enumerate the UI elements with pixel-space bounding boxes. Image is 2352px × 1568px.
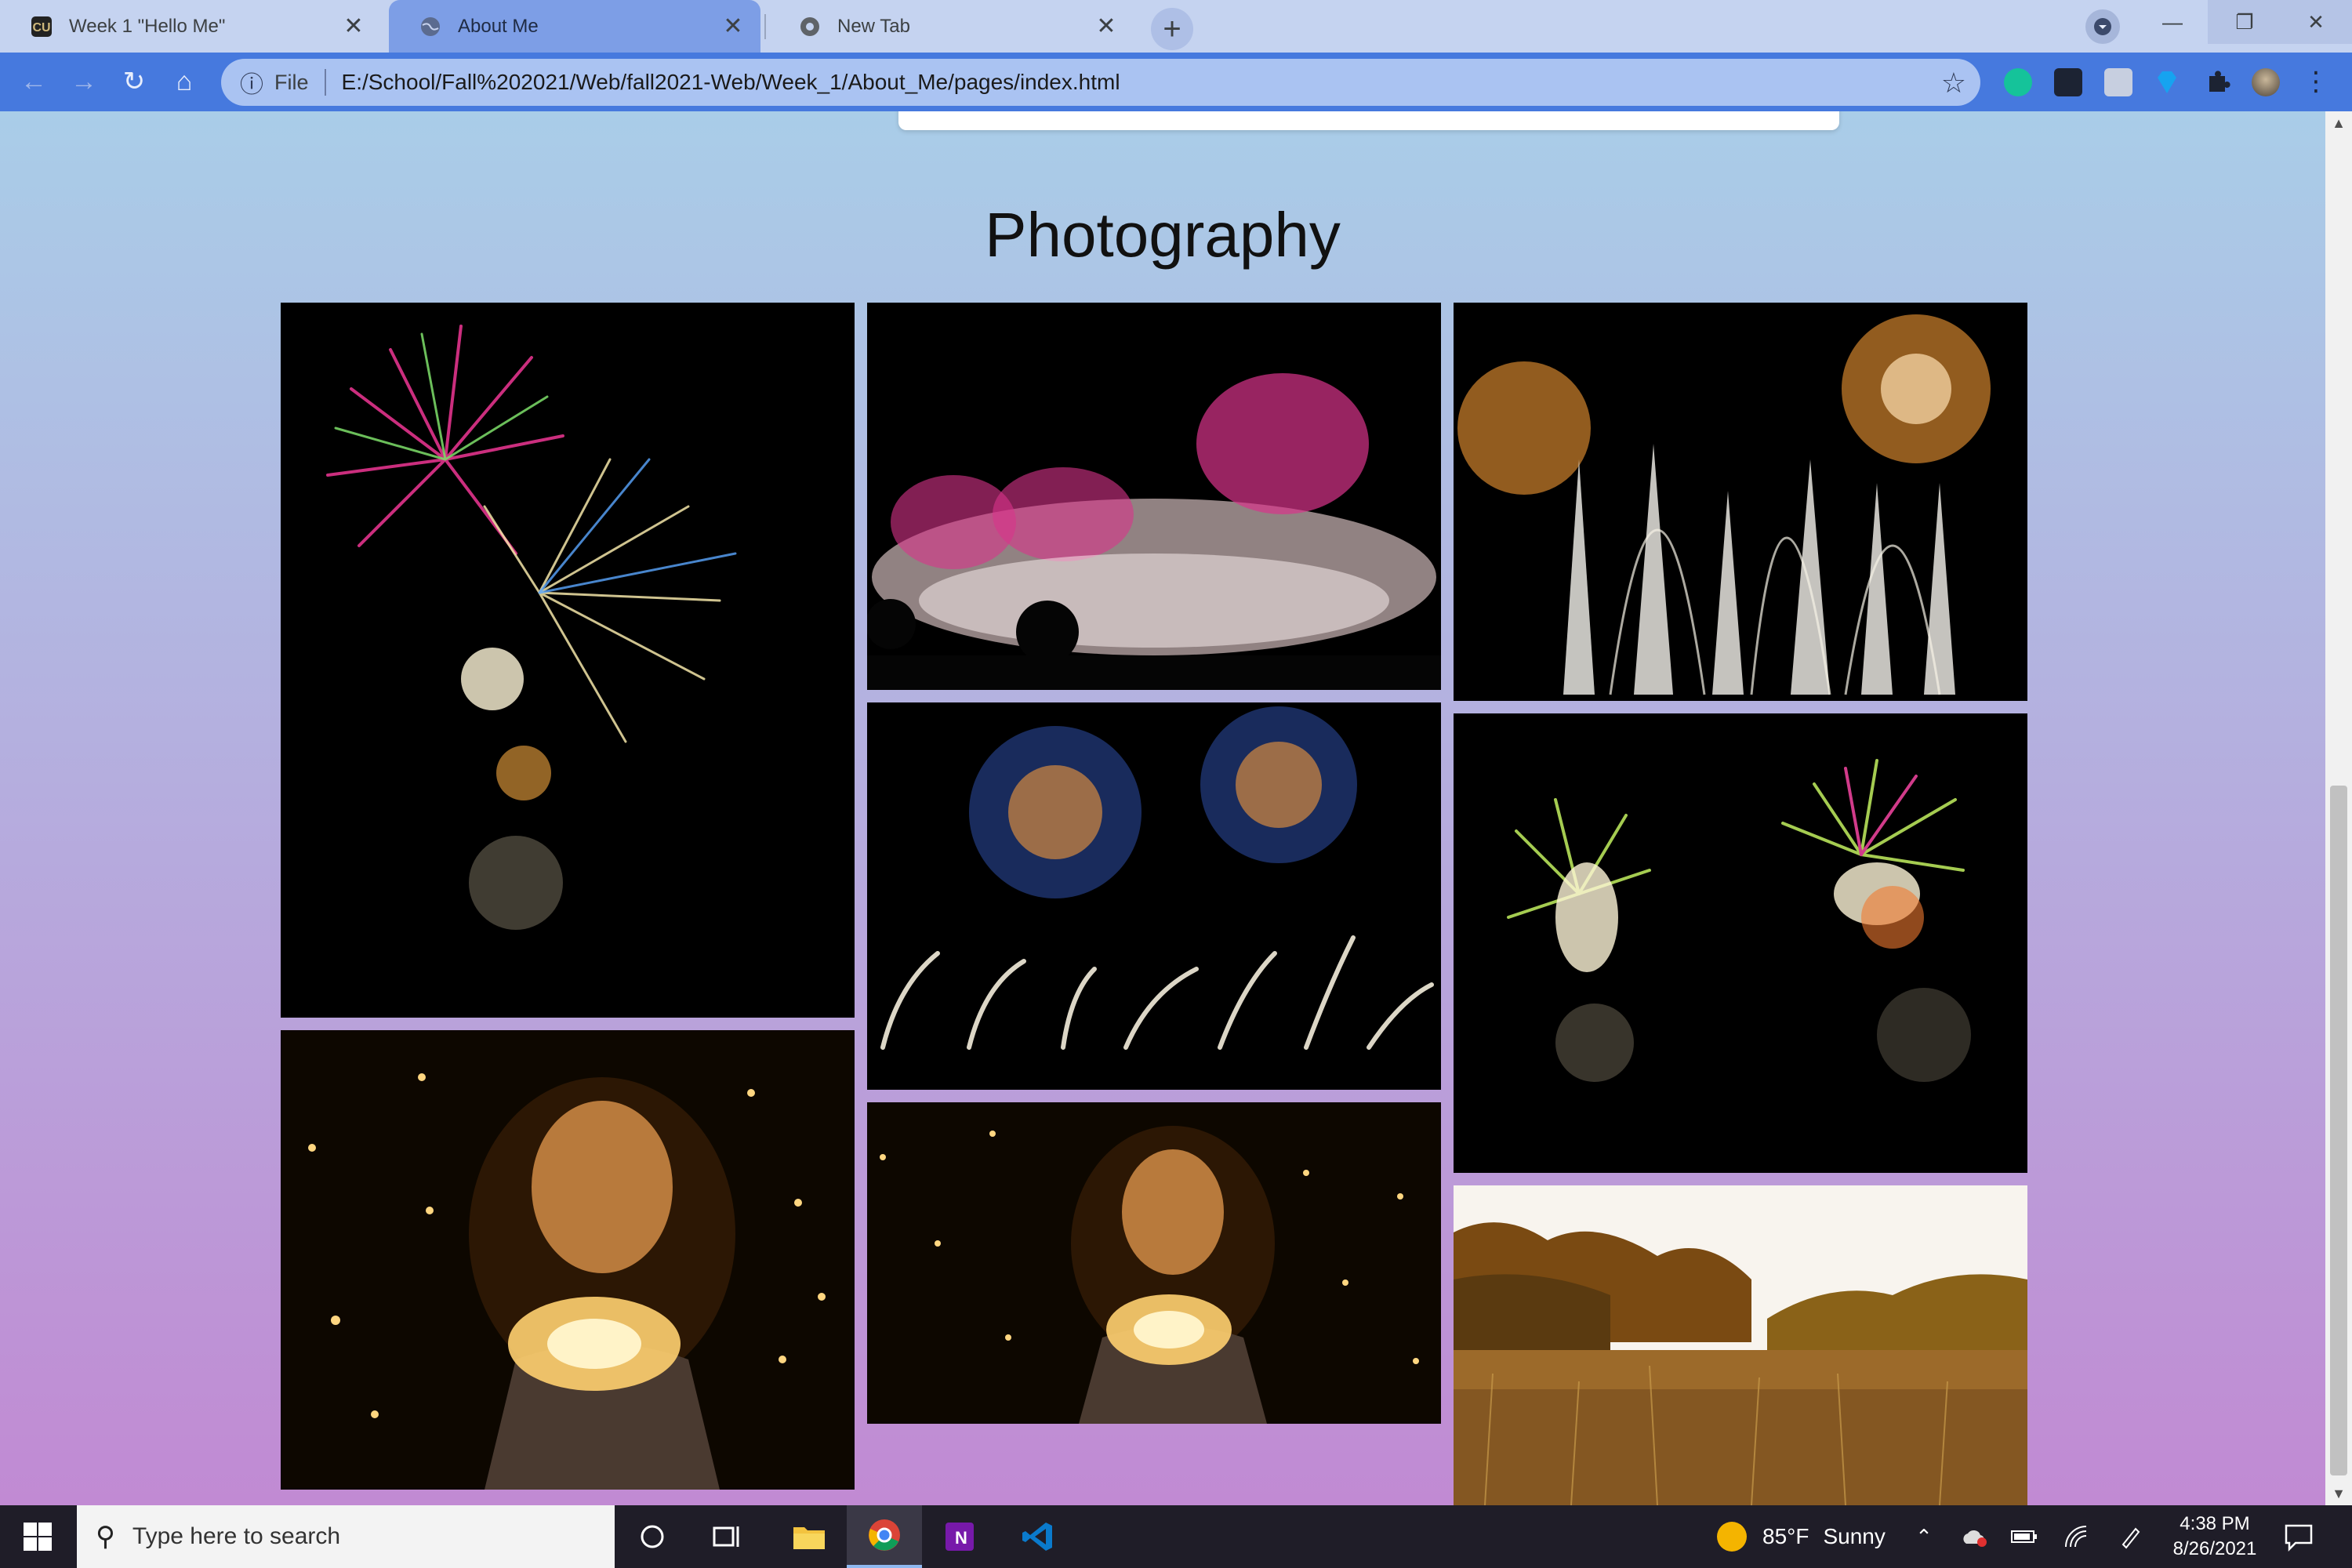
photo-girl-lights-large[interactable] xyxy=(281,1030,855,1490)
tab-close-icon[interactable]: ✕ xyxy=(721,13,745,39)
fireworks-image xyxy=(1454,303,2027,701)
page-viewport: Photography xyxy=(0,111,2325,1505)
tab-strip: CU Week 1 "Hello Me" ✕ About Me ✕ New Ta… xyxy=(0,0,2352,53)
minimize-button[interactable]: — xyxy=(2136,0,2209,44)
weather-condition: Sunny xyxy=(1823,1524,1886,1548)
maximize-button[interactable]: ❐ xyxy=(2208,0,2281,44)
cortana-icon xyxy=(641,1525,664,1548)
tab-close-icon[interactable]: ✕ xyxy=(1094,13,1118,39)
grammarly-icon[interactable] xyxy=(2004,68,2032,96)
vscode-icon xyxy=(1022,1523,1052,1551)
forward-button[interactable]: → xyxy=(64,62,103,101)
svg-text:CU: CU xyxy=(32,21,50,34)
profile-avatar[interactable] xyxy=(2252,68,2280,96)
photo-girl-lights-small[interactable] xyxy=(867,1102,1441,1424)
fireworks-image xyxy=(867,303,1441,690)
start-button[interactable] xyxy=(0,1505,75,1568)
pen-icon[interactable] xyxy=(2117,1523,2145,1551)
tray-overflow-icon[interactable]: ⌃ xyxy=(1910,1523,1938,1551)
browser-menu-button[interactable]: ⋮ xyxy=(2300,62,2332,101)
fireworks-image xyxy=(281,303,855,1018)
globe-icon xyxy=(421,16,440,36)
tab-separator xyxy=(764,14,766,39)
tab-label: About Me xyxy=(458,15,539,37)
search-icon: ⚲ xyxy=(96,1522,115,1552)
tab-close-icon[interactable]: ✕ xyxy=(342,13,365,39)
scrollbar-thumb[interactable] xyxy=(2330,786,2347,1475)
tab-label: New Tab xyxy=(837,15,910,37)
content-card xyxy=(898,111,1839,130)
chrome-taskbar-button[interactable] xyxy=(847,1505,922,1568)
photo-fireworks-crowd[interactable] xyxy=(867,303,1441,690)
onenote-icon: N xyxy=(946,1523,974,1551)
fireworks-image xyxy=(1454,713,2027,1173)
page-heading: Photography xyxy=(985,200,1341,270)
wifi-icon[interactable] xyxy=(2062,1523,2090,1551)
tab-about-me[interactable]: About Me ✕ xyxy=(389,0,760,53)
weather-widget[interactable]: 85°F Sunny xyxy=(1717,1505,1886,1568)
chrome-icon xyxy=(869,1519,900,1551)
task-view-icon xyxy=(713,1526,739,1547)
photo-fireworks-fountains[interactable] xyxy=(1454,303,2027,701)
onedrive-icon[interactable] xyxy=(1960,1523,1988,1551)
puzzle-icon[interactable] xyxy=(2203,68,2231,96)
scheme-label: File xyxy=(274,69,326,96)
scroll-down-arrow-icon[interactable]: ▼ xyxy=(2325,1482,2352,1505)
window-close-button[interactable]: ✕ xyxy=(2280,0,2352,44)
portrait-image xyxy=(867,1102,1441,1424)
tab-label: Week 1 "Hello Me" xyxy=(69,15,226,37)
tab-week1[interactable]: CU Week 1 "Hello Me" ✕ xyxy=(0,0,381,53)
chrome-icon xyxy=(800,16,819,36)
tab-new-tab[interactable]: New Tab ✕ xyxy=(768,0,1134,53)
windows-taskbar: ⚲ Type here to search N 85°F Sunny ⌃ 4:3… xyxy=(0,1505,2352,1568)
scroll-up-arrow-icon[interactable]: ▲ xyxy=(2325,111,2352,135)
notification-center-icon[interactable] xyxy=(2283,1521,2314,1552)
svg-text:N: N xyxy=(955,1528,967,1548)
cu-logo-icon: CU xyxy=(31,16,52,37)
windows-logo-icon xyxy=(24,1523,52,1551)
new-tab-button[interactable]: + xyxy=(1151,8,1193,50)
clock-date: 8/26/2021 xyxy=(2172,1538,2257,1559)
fireworks-image xyxy=(867,702,1441,1090)
weather-temp: 85°F xyxy=(1762,1524,1809,1548)
file-explorer-button[interactable] xyxy=(771,1505,847,1568)
task-view-button[interactable] xyxy=(690,1505,765,1568)
photo-autumn-field[interactable] xyxy=(1454,1185,2027,1505)
vscode-button[interactable] xyxy=(1000,1505,1076,1568)
clock-time: 4:38 PM xyxy=(2180,1513,2250,1534)
chevron-down-icon xyxy=(2094,18,2111,35)
reload-button[interactable]: ↻ xyxy=(114,62,154,101)
folder-icon xyxy=(793,1527,825,1549)
browser-toolbar: ← → ↻ ⌂ ⓘ File E:/School/Fall%202021/Web… xyxy=(0,53,2352,111)
portrait-image xyxy=(281,1030,855,1490)
taskbar-search-input[interactable]: ⚲ Type here to search xyxy=(77,1505,615,1568)
home-button[interactable]: ⌂ xyxy=(165,62,204,101)
address-bar[interactable]: ⓘ File E:/School/Fall%202021/Web/fall202… xyxy=(221,59,1980,106)
search-placeholder: Type here to search xyxy=(132,1523,341,1549)
dark-reader-icon[interactable] xyxy=(2054,68,2082,96)
sun-icon xyxy=(1717,1522,1747,1552)
gem-icon[interactable] xyxy=(2153,68,2181,96)
cortana-button[interactable] xyxy=(615,1505,690,1568)
taskbar-clock[interactable]: 4:38 PM 8/26/2021 xyxy=(2164,1512,2266,1562)
info-icon[interactable]: ⓘ xyxy=(240,65,263,100)
photo-fireworks-green-bursts[interactable] xyxy=(1454,713,2027,1173)
onenote-button[interactable]: N xyxy=(922,1505,997,1568)
bookmark-star-icon[interactable]: ☆ xyxy=(1941,67,1966,100)
extension-k-icon[interactable] xyxy=(2104,68,2132,96)
battery-icon[interactable] xyxy=(2010,1523,2038,1551)
url-text[interactable]: E:/School/Fall%202021/Web/fall2021-Web/W… xyxy=(342,70,1120,95)
photo-fireworks-blue-bursts[interactable] xyxy=(867,702,1441,1090)
photo-fireworks-tall[interactable] xyxy=(281,303,855,1018)
landscape-image xyxy=(1454,1185,2027,1505)
tab-search-button[interactable] xyxy=(2085,9,2120,44)
page-scrollbar[interactable]: ▲ ▼ xyxy=(2325,111,2352,1505)
back-button[interactable]: ← xyxy=(14,62,53,101)
